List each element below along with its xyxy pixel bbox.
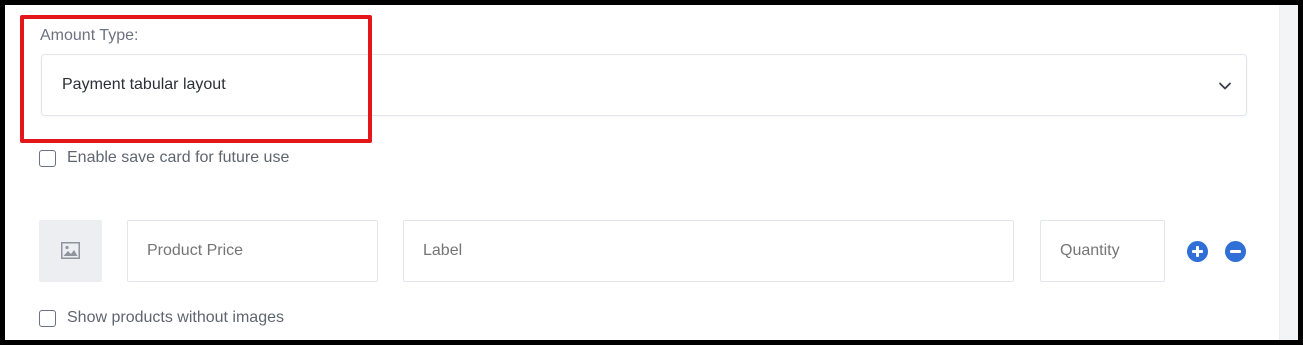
save-card-option[interactable]: Enable save card for future use — [39, 149, 289, 167]
minus-circle-icon[interactable] — [1225, 241, 1246, 262]
save-card-checkbox[interactable] — [39, 149, 56, 167]
amount-type-label: Amount Type: — [40, 27, 139, 44]
product-price-input[interactable] — [127, 220, 378, 282]
show-without-images-option[interactable]: Show products without images — [39, 309, 284, 327]
save-card-label[interactable]: Enable save card for future use — [67, 149, 289, 167]
product-label-input[interactable] — [403, 220, 1014, 282]
product-quantity-input[interactable] — [1040, 220, 1165, 282]
scrollbar-track[interactable] — [1279, 5, 1298, 340]
payment-settings-panel: Amount Type: Payment tabular layout Enab… — [5, 5, 1298, 340]
amount-type-select[interactable]: Payment tabular layout — [41, 54, 1247, 116]
chevron-down-icon[interactable] — [1218, 79, 1232, 93]
image-icon — [61, 242, 80, 259]
product-image-upload[interactable] — [39, 220, 102, 282]
plus-circle-icon[interactable] — [1187, 241, 1208, 262]
show-without-images-checkbox[interactable] — [39, 309, 56, 327]
show-without-images-label[interactable]: Show products without images — [67, 309, 284, 327]
amount-type-selected-value: Payment tabular layout — [62, 76, 226, 93]
